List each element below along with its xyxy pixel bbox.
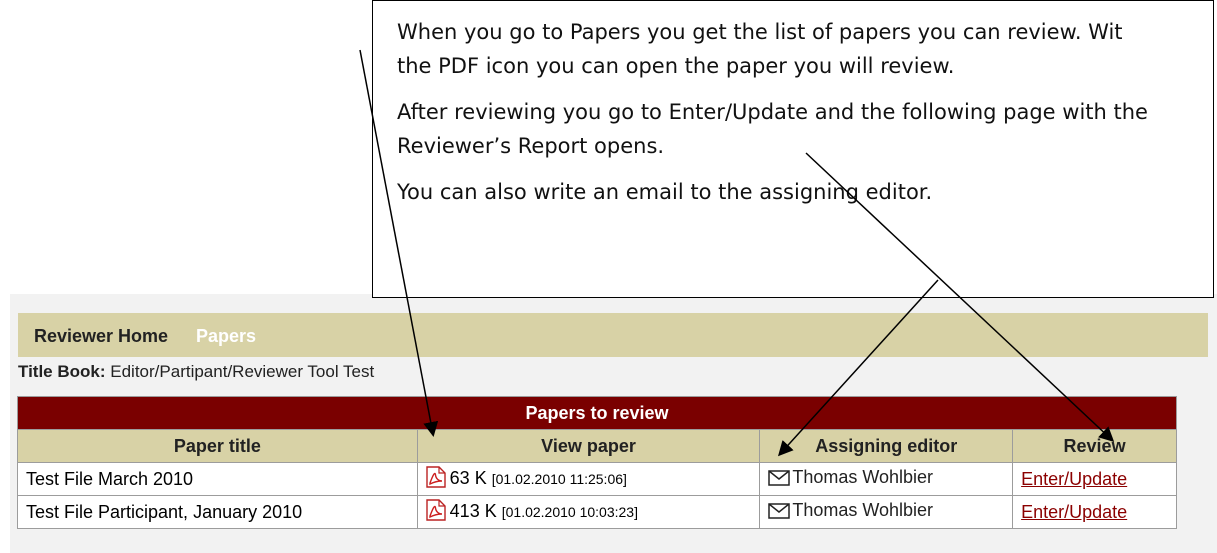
book-title-label: Title Book: xyxy=(18,362,106,381)
annotation-callout: When you go to Papers you get the list o… xyxy=(372,0,1214,298)
file-date: [01.02.2010 11:25:06] xyxy=(491,470,627,487)
nav-papers[interactable]: Papers xyxy=(196,326,256,347)
table-caption: Papers to review xyxy=(17,396,1177,430)
mail-icon[interactable] xyxy=(768,470,791,491)
paper-title-cell: Test File March 2010 xyxy=(17,462,418,496)
callout-line-1: When you go to Papers you get the list o… xyxy=(397,20,1123,44)
assigning-editor-cell: Thomas Wohlbier xyxy=(759,495,1014,529)
assigning-editor-cell: Thomas Wohlbier xyxy=(759,462,1014,496)
col-header-paper-title: Paper title xyxy=(17,429,418,463)
editor-email-link[interactable]: Thomas Wohlbier xyxy=(792,467,933,487)
pdf-icon[interactable] xyxy=(425,465,446,493)
navbar: Reviewer Home Papers xyxy=(18,313,1208,357)
view-paper-cell: 63 K [01.02.2010 11:25:06] xyxy=(416,462,761,496)
review-cell: Enter/Update xyxy=(1012,495,1177,529)
col-header-view-paper: View paper xyxy=(416,429,761,463)
paper-title-cell: Test File Participant, January 2010 xyxy=(17,495,418,529)
mail-icon[interactable] xyxy=(768,503,791,524)
book-title-line: Title Book: Editor/Partipant/Reviewer To… xyxy=(18,362,374,382)
col-header-review: Review xyxy=(1012,429,1177,463)
view-paper-cell: 413 K [01.02.2010 10:03:23] xyxy=(416,495,761,529)
enter-update-link[interactable]: Enter/Update xyxy=(1021,502,1127,522)
nav-reviewer-home[interactable]: Reviewer Home xyxy=(34,326,168,347)
col-header-assigning-editor: Assigning editor xyxy=(759,429,1014,463)
editor-email-link[interactable]: Thomas Wohlbier xyxy=(792,500,933,520)
enter-update-link[interactable]: Enter/Update xyxy=(1021,469,1127,489)
callout-paragraph-2: After reviewing you go to Enter/Update a… xyxy=(397,100,1148,158)
file-date: [01.02.2010 10:03:23] xyxy=(501,503,638,520)
file-size: 63 K xyxy=(449,467,487,488)
table-row: Test File Participant, January 2010 413 … xyxy=(17,495,1177,529)
pdf-icon[interactable] xyxy=(425,498,446,526)
callout-line-2: the PDF icon you can open the paper you … xyxy=(397,54,955,78)
file-size: 413 K xyxy=(449,500,497,521)
callout-paragraph-3: You can also write an email to the assig… xyxy=(397,180,933,204)
book-title-value: Editor/Partipant/Reviewer Tool Test xyxy=(110,362,375,381)
papers-table: Papers to review Paper title View paper … xyxy=(17,396,1177,529)
table-row: Test File March 2010 63 K [01.02.2010 11… xyxy=(17,462,1177,496)
review-cell: Enter/Update xyxy=(1012,462,1177,496)
